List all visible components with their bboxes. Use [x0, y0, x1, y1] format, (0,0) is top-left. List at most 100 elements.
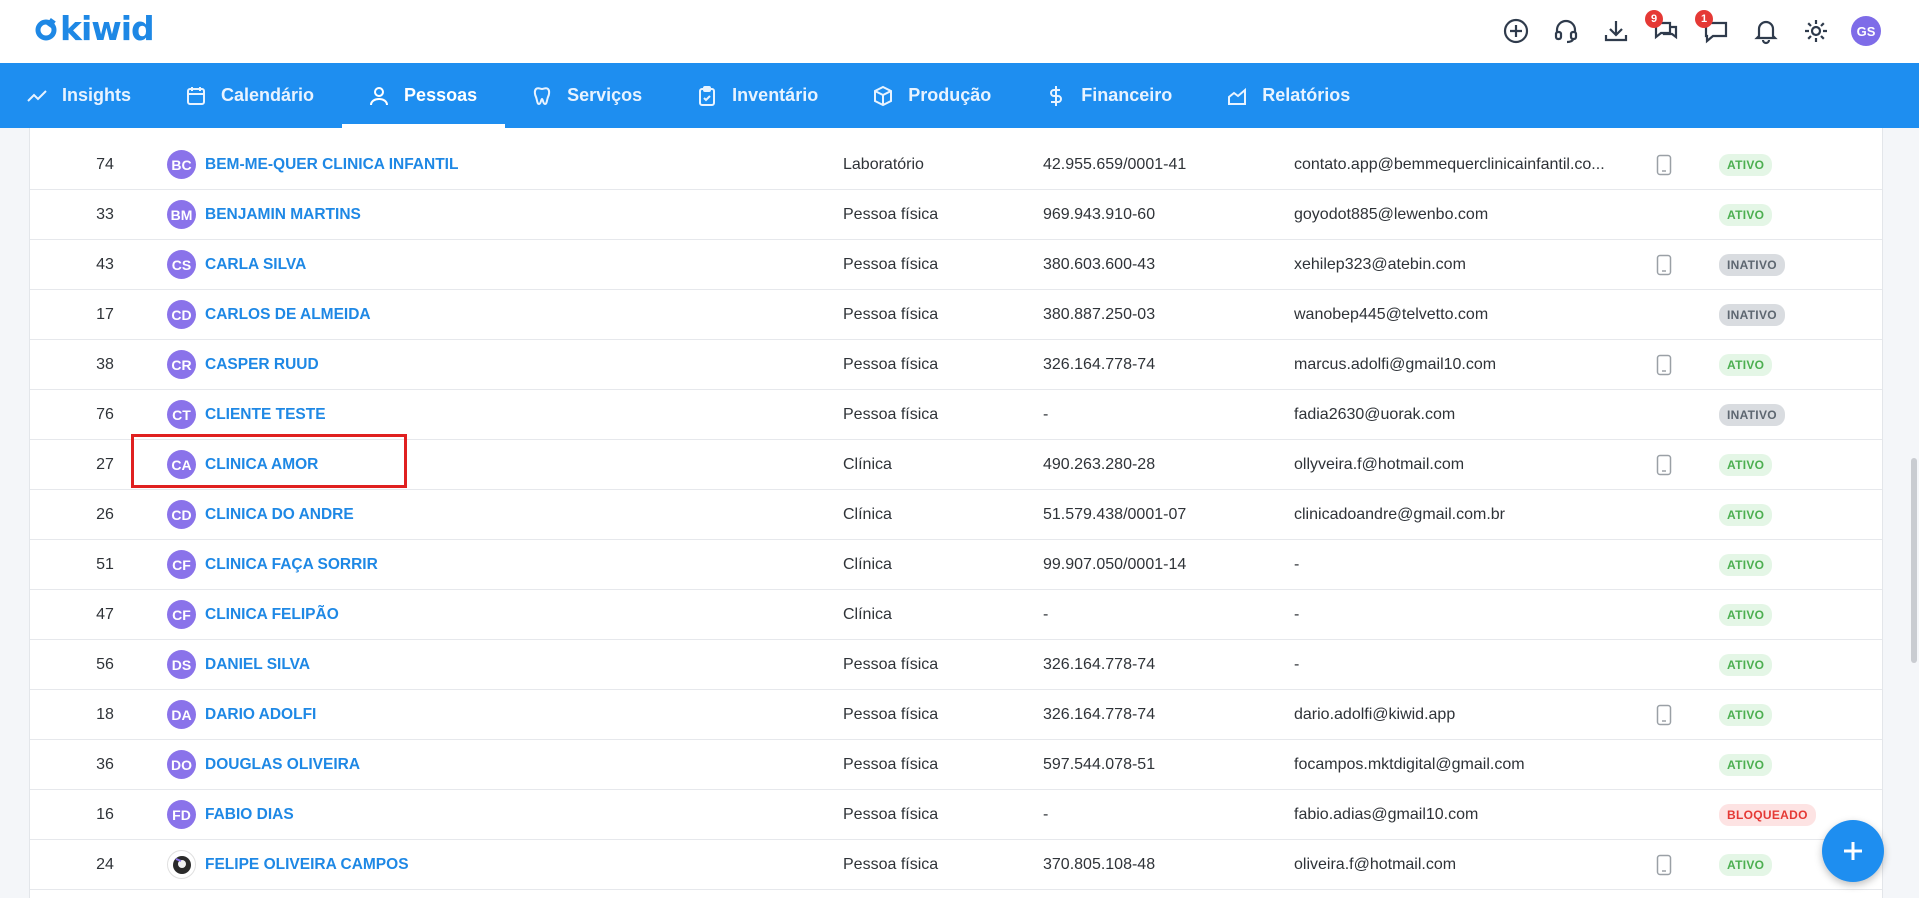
support-headset-icon[interactable]: [1551, 16, 1581, 46]
cell-name: CR CASPER RUUD: [167, 340, 319, 389]
table-row[interactable]: 27 CA CLINICA AMOR Clínica 490.263.280-2…: [30, 440, 1882, 490]
cell-phone: [1654, 490, 1674, 539]
person-name-link[interactable]: FELIPE OLIVEIRA CAMPOS: [205, 856, 409, 874]
person-name-link[interactable]: CLINICA FAÇA SORRIR: [205, 556, 378, 574]
person-name-link[interactable]: CASPER RUUD: [205, 356, 319, 374]
cell-document: 326.164.778-74: [1043, 655, 1156, 673]
status-badge: ATIVO: [1719, 603, 1773, 626]
download-icon[interactable]: [1601, 16, 1631, 46]
cell-document: 326.164.778-74: [1043, 705, 1156, 723]
cell-document: 326.164.778-74: [1043, 355, 1156, 373]
avatar: CA: [167, 450, 196, 479]
person-name-link[interactable]: CARLA SILVA: [205, 256, 306, 274]
cell-phone: [1654, 290, 1674, 339]
phone-icon[interactable]: [1656, 854, 1672, 876]
phone-icon[interactable]: [1656, 454, 1672, 476]
person-name-link[interactable]: CLINICA AMOR: [205, 456, 318, 474]
status-badge: INATIVO: [1719, 253, 1785, 276]
cell-status: ATIVO: [1719, 590, 1773, 639]
cell-id: 36: [96, 755, 114, 773]
phone-icon[interactable]: [1656, 254, 1672, 276]
cell-document: -: [1043, 805, 1049, 823]
person-name-link[interactable]: DOUGLAS OLIVEIRA: [205, 756, 360, 774]
chat-bubbles-icon[interactable]: 9: [1645, 10, 1681, 46]
cell-status: ATIVO: [1719, 190, 1773, 239]
cell-document: 380.603.600-43: [1043, 255, 1156, 273]
person-name-link[interactable]: CARLOS DE ALMEIDA: [205, 306, 371, 324]
nav-financeiro[interactable]: Financeiro: [1019, 63, 1200, 128]
cell-id: 24: [96, 855, 114, 873]
avatar: CR: [167, 350, 196, 379]
cell-name: DO DOUGLAS OLIVEIRA: [167, 740, 360, 789]
kiwid-logo[interactable]: kiwid: [34, 12, 155, 46]
person-name-link[interactable]: CLINICA DO ANDRE: [205, 506, 354, 524]
phone-icon[interactable]: [1656, 704, 1672, 726]
phone-icon[interactable]: [1656, 154, 1672, 176]
table-row[interactable]: 24 FELIPE OLIVEIRA CAMPOS Pessoa física …: [30, 840, 1882, 890]
message-badge: 1: [1695, 10, 1713, 28]
cell-id: 16: [96, 805, 114, 823]
cell-phone: [1654, 790, 1674, 839]
person-name-link[interactable]: FABIO DIAS: [205, 806, 294, 824]
table-row[interactable]: 74 BC BEM-ME-QUER CLINICA INFANTIL Labor…: [30, 140, 1882, 190]
cell-id: 33: [96, 205, 114, 223]
nav-pessoas[interactable]: Pessoas: [342, 63, 506, 128]
cell-type: Clínica: [843, 605, 892, 623]
dollar-icon: [1050, 85, 1063, 106]
person-name-link[interactable]: BEM-ME-QUER CLINICA INFANTIL: [205, 156, 458, 174]
cell-email: -: [1294, 655, 1300, 673]
table-row[interactable]: 17 CD CARLOS DE ALMEIDA Pessoa física 38…: [30, 290, 1882, 340]
person-name-link[interactable]: DANIEL SILVA: [205, 656, 310, 674]
table-row[interactable]: 43 CS CARLA SILVA Pessoa física 380.603.…: [30, 240, 1882, 290]
avatar: CF: [167, 550, 196, 579]
cell-document: 42.955.659/0001-41: [1043, 155, 1187, 173]
table-row[interactable]: 26 CD CLINICA DO ANDRE Clínica 51.579.43…: [30, 490, 1882, 540]
cell-type: Clínica: [843, 555, 892, 573]
nav-relatorios[interactable]: Relatórios: [1200, 63, 1378, 128]
cell-type: Pessoa física: [843, 205, 939, 223]
table-row[interactable]: 18 DA DARIO ADOLFI Pessoa física 326.164…: [30, 690, 1882, 740]
message-icon[interactable]: 1: [1695, 10, 1731, 46]
cell-email: fadia2630@uorak.com: [1294, 405, 1456, 423]
status-badge: ATIVO: [1719, 453, 1773, 476]
scrollbar[interactable]: [1909, 128, 1919, 898]
cell-email: wanobep445@telvetto.com: [1294, 305, 1489, 323]
phone-icon[interactable]: [1656, 354, 1672, 376]
table-row[interactable]: 76 CT CLIENTE TESTE Pessoa física - fadi…: [30, 390, 1882, 440]
person-name-link[interactable]: DARIO ADOLFI: [205, 706, 316, 724]
avatar: DA: [167, 700, 196, 729]
table-row[interactable]: 36 DO DOUGLAS OLIVEIRA Pessoa física 597…: [30, 740, 1882, 790]
table-row[interactable]: 33 BM BENJAMIN MARTINS Pessoa física 969…: [30, 190, 1882, 240]
cell-id: 27: [96, 455, 114, 473]
person-name-link[interactable]: CLINICA FELIPÃO: [205, 606, 339, 624]
cell-document: 51.579.438/0001-07: [1043, 505, 1187, 523]
cell-email: fabio.adias@gmail10.com: [1294, 805, 1479, 823]
cell-document: 380.887.250-03: [1043, 305, 1156, 323]
cell-type: Pessoa física: [843, 305, 939, 323]
table-row[interactable]: 16 FD FABIO DIAS Pessoa física - fabio.a…: [30, 790, 1882, 840]
table-row[interactable]: 38 CR CASPER RUUD Pessoa física 326.164.…: [30, 340, 1882, 390]
gear-icon[interactable]: [1801, 16, 1831, 46]
nav-inventario[interactable]: Inventário: [670, 63, 846, 128]
cell-id: 74: [96, 155, 114, 173]
nav-calendario[interactable]: Calendário: [159, 63, 342, 128]
nav-label: Relatórios: [1262, 85, 1351, 105]
person-name-link[interactable]: BENJAMIN MARTINS: [205, 206, 361, 224]
person-name-link[interactable]: CLIENTE TESTE: [205, 406, 326, 424]
table-row[interactable]: 51 CF CLINICA FAÇA SORRIR Clínica 99.907…: [30, 540, 1882, 590]
cell-name: CF CLINICA FELIPÃO: [167, 590, 339, 639]
box-icon: [874, 85, 893, 106]
avatar: CT: [167, 400, 196, 429]
table-row[interactable]: 47 CF CLINICA FELIPÃO Clínica - - ATIVO: [30, 590, 1882, 640]
nav-insights[interactable]: Insights: [0, 63, 159, 128]
cell-email: marcus.adolfi@gmail10.com: [1294, 355, 1497, 373]
nav-producao[interactable]: Produção: [846, 63, 1019, 128]
user-avatar[interactable]: GS: [1851, 16, 1881, 46]
top-bar: kiwid 9 1 GS: [0, 0, 1919, 63]
nav-servicos[interactable]: Serviços: [505, 63, 670, 128]
add-person-button[interactable]: [1822, 820, 1884, 882]
add-circle-icon[interactable]: [1501, 16, 1531, 46]
scroll-thumb[interactable]: [1911, 458, 1917, 663]
table-row[interactable]: 56 DS DANIEL SILVA Pessoa física 326.164…: [30, 640, 1882, 690]
bell-icon[interactable]: [1751, 16, 1781, 46]
